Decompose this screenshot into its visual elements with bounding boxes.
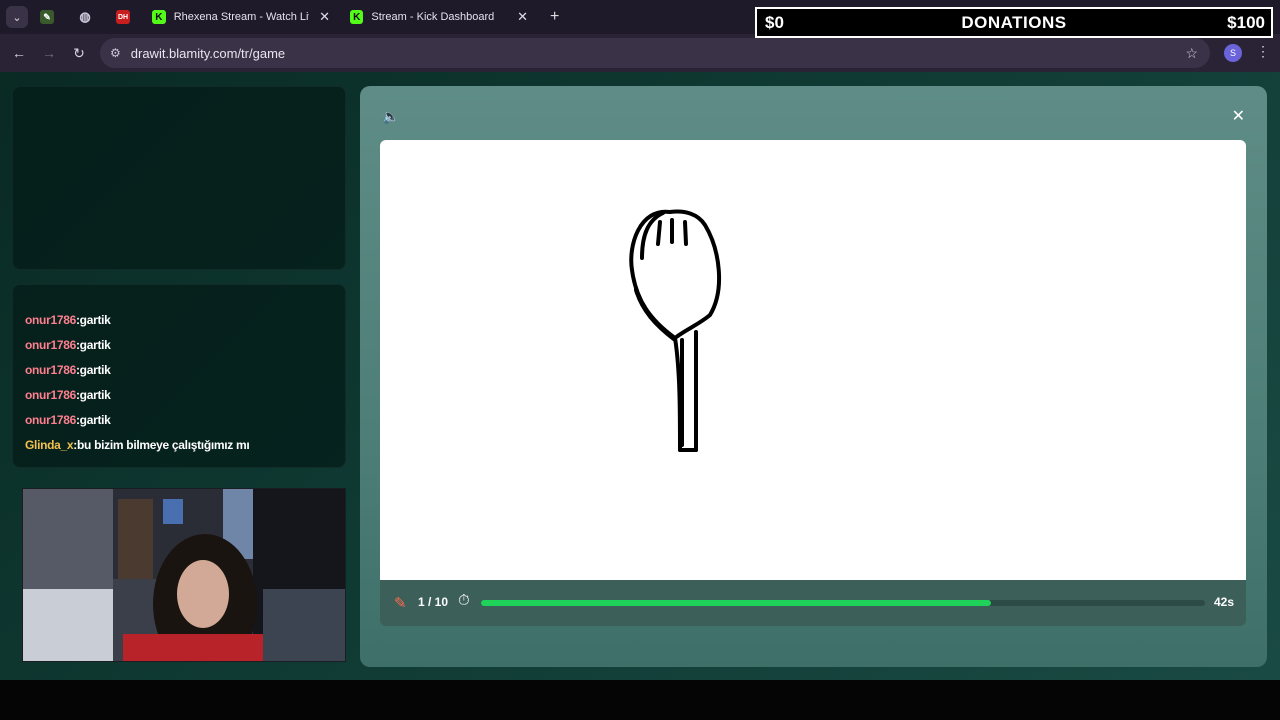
- spoon-drawing: [629, 209, 722, 452]
- chat-text: gartik: [79, 413, 111, 427]
- close-icon[interactable]: ✕: [1232, 106, 1245, 126]
- chevron-down-icon: ⌄: [12, 11, 22, 24]
- donations-title: DONATIONS: [961, 13, 1067, 32]
- chat-username: Glinda_x: [25, 438, 74, 452]
- chat-list: onur1786:gartik onur1786:gartik onur1786…: [25, 313, 337, 463]
- chat-panel: onur1786:gartik onur1786:gartik onur1786…: [12, 284, 346, 468]
- bookmark-star-icon[interactable]: ☆: [1185, 45, 1198, 62]
- chat-message: onur1786:gartik: [25, 313, 111, 327]
- close-icon[interactable]: ✕: [517, 9, 528, 25]
- kick-icon: K: [350, 10, 364, 24]
- timer-icon: ⏱: [458, 592, 470, 609]
- reload-icon[interactable]: ↻: [64, 45, 94, 62]
- game-status-bar: ✎ 1 / 10 ⏱ 42s: [380, 580, 1246, 626]
- pinned-tab-drawit[interactable]: ✎: [28, 0, 66, 34]
- drawit-icon: ✎: [40, 10, 54, 24]
- donations-overlay: DONATIONS $0 $100: [755, 7, 1273, 38]
- chat-text: gartik: [79, 388, 111, 402]
- time-progress-bar: [481, 600, 1205, 606]
- webcam-feed: [22, 488, 346, 662]
- url-text[interactable]: drawit.blamity.com/tr/game: [131, 46, 285, 61]
- donations-current: $0: [765, 13, 784, 32]
- bottom-bar: [0, 680, 1280, 720]
- forward-icon[interactable]: →: [34, 45, 64, 61]
- chat-text: gartik: [79, 313, 111, 327]
- game-panel: 🔈 ✕ ✎ 1 / 10 ⏱ 42s: [360, 86, 1267, 667]
- donations-goal: $100: [1227, 13, 1265, 32]
- chat-message: Glinda_x:bu bizim bilmeye çalıştığımız m…: [25, 438, 250, 452]
- tab-kick-dashboard[interactable]: K Stream - Kick Dashboard ✕: [340, 0, 538, 34]
- screen: ⌄ ✎ ◍ DH K Rhexena Stream - Watch Live o…: [0, 0, 1280, 720]
- chat-text: bu bizim bilmeye çalıştığımız mı: [77, 438, 250, 452]
- chat-username: onur1786: [25, 388, 76, 402]
- chat-message: onur1786:gartik: [25, 338, 111, 352]
- chat-message: onur1786:gartik: [25, 413, 111, 427]
- tab-search-button[interactable]: ⌄: [6, 6, 28, 28]
- globe-icon: ◍: [79, 9, 91, 24]
- back-icon[interactable]: ←: [4, 45, 34, 61]
- tab-rhexena-stream[interactable]: K Rhexena Stream - Watch Live o ✕: [142, 0, 340, 34]
- chat-text: gartik: [79, 363, 111, 377]
- drawing-canvas[interactable]: [380, 140, 1246, 580]
- tab-title: Rhexena Stream - Watch Live o: [173, 11, 309, 23]
- webcam-image: [23, 489, 345, 661]
- page-content: onur1786:gartik onur1786:gartik onur1786…: [0, 72, 1280, 680]
- chat-username: onur1786: [25, 413, 76, 427]
- site-info-icon[interactable]: ⚙: [110, 46, 121, 60]
- chat-message: onur1786:gartik: [25, 363, 111, 377]
- pinned-tab-dh[interactable]: DH: [104, 0, 142, 34]
- time-progress-fill: [481, 600, 992, 606]
- kick-icon: K: [152, 10, 166, 24]
- side-panel: [12, 86, 346, 270]
- chat-message: onur1786:gartik: [25, 388, 111, 402]
- menu-icon[interactable]: ⋮: [1256, 43, 1270, 60]
- new-tab-button[interactable]: +: [550, 8, 559, 26]
- dh-icon: DH: [116, 10, 130, 24]
- chat-username: onur1786: [25, 338, 76, 352]
- chat-username: onur1786: [25, 313, 76, 327]
- close-icon[interactable]: ✕: [319, 9, 330, 25]
- chat-username: onur1786: [25, 363, 76, 377]
- round-counter: 1 / 10: [418, 595, 449, 609]
- browser-toolbar: ← → ↻ ⚙ drawit.blamity.com/tr/game ☆ S ⋮: [0, 34, 1280, 72]
- pencil-icon: ✎: [394, 595, 407, 612]
- chat-text: gartik: [79, 338, 111, 352]
- profile-avatar[interactable]: S: [1224, 44, 1242, 62]
- sound-icon[interactable]: 🔈: [382, 108, 399, 125]
- tab-title: Stream - Kick Dashboard: [371, 11, 495, 23]
- time-remaining: 42s: [1213, 595, 1234, 609]
- address-bar[interactable]: ⚙ drawit.blamity.com/tr/game ☆: [100, 38, 1210, 68]
- pinned-tab-globe[interactable]: ◍: [66, 0, 104, 34]
